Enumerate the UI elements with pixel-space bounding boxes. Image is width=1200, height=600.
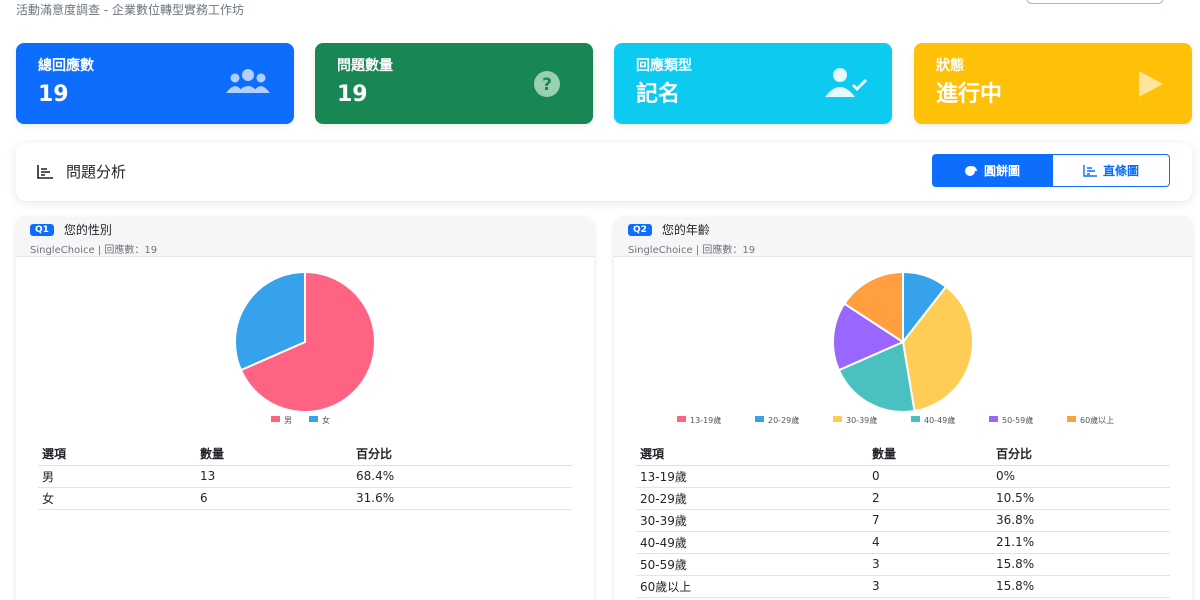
question-meta: SingleChoice | 回應數：19 xyxy=(30,245,158,256)
chart-legend: 13-19歲 20-29歲 30-39歲 40-49歲 50-59歲 60歲以上 xyxy=(677,415,1114,425)
chart-type-toggle: 圓餅圖 直條圖 xyxy=(932,154,1170,187)
analysis-title: 問題分析 xyxy=(66,163,127,181)
top-action-button[interactable] xyxy=(1026,0,1164,4)
column-header: 數量 xyxy=(196,443,352,466)
option-cell: 女 xyxy=(38,487,196,510)
question-meta: SingleChoice | 回應數：19 xyxy=(628,245,756,256)
count-cell: 3 xyxy=(868,553,992,576)
percent-cell: 31.6% xyxy=(352,487,572,510)
svg-text:?: ? xyxy=(542,75,552,95)
stat-card-response-type: 回應類型 記名 xyxy=(614,43,892,124)
table-row: 30-39歲 7 36.8% xyxy=(636,509,1170,532)
pie-chart-label: 圓餅圖 xyxy=(983,164,1020,178)
pie-chart-icon xyxy=(964,165,977,176)
count-cell: 4 xyxy=(868,531,992,554)
legend-swatch xyxy=(271,416,280,422)
percent-cell: 10.5% xyxy=(992,487,1170,510)
legend-label[interactable]: 女 xyxy=(322,415,330,425)
legend-swatch xyxy=(1067,416,1076,422)
table-row: 20-29歲 2 10.5% xyxy=(636,487,1170,510)
stat-card-status: 狀態 進行中 xyxy=(914,43,1192,124)
question-badge: Q1 xyxy=(30,223,54,236)
column-header: 選項 xyxy=(38,443,196,466)
percent-cell: 36.8% xyxy=(992,509,1170,532)
analysis-heading: 問題分析 xyxy=(36,161,126,182)
legend-label[interactable]: 20-29歲 xyxy=(768,415,799,425)
question-circle-icon: ? xyxy=(534,71,560,97)
percent-cell: 0% xyxy=(992,465,1170,488)
percent-cell: 15.8% xyxy=(992,553,1170,576)
legend-swatch xyxy=(677,416,686,422)
pie-chart-q2: 13-19歲 20-29歲 30-39歲 40-49歲 50-59歲 60歲以上 xyxy=(677,270,1114,425)
question-header: Q2 您的年齡 SingleChoice | 回應數：19 xyxy=(614,217,1192,257)
legend-label[interactable]: 50-59歲 xyxy=(1002,415,1033,425)
analysis-panel: 問題分析 圓餅圖 直條圖 xyxy=(16,143,1192,201)
count-cell: 6 xyxy=(196,487,352,510)
option-cell: 60歲以上 xyxy=(636,575,868,598)
question-card-q1: Q1 您的性別 SingleChoice | 回應數：19 男女 選項 數量 百… xyxy=(16,217,594,600)
table-row: 50-59歲 3 15.8% xyxy=(636,553,1170,576)
table-header-row: 選項 數量 百分比 xyxy=(636,443,1170,466)
question-title: 您的性別 xyxy=(63,223,112,237)
column-header: 百分比 xyxy=(992,443,1170,466)
count-cell: 7 xyxy=(868,509,992,532)
option-cell: 50-59歲 xyxy=(636,553,868,576)
bar-chart-button[interactable]: 直條圖 xyxy=(1052,154,1170,187)
legend-swatch xyxy=(833,416,842,422)
legend-label[interactable]: 13-19歲 xyxy=(690,415,721,425)
count-cell: 2 xyxy=(868,487,992,510)
table-row: 60歲以上 3 15.8% xyxy=(636,575,1170,598)
bar-chart-icon xyxy=(1083,164,1097,177)
table-header-row: 選項 數量 百分比 xyxy=(38,443,572,466)
count-cell: 3 xyxy=(868,575,992,598)
question-header: Q1 您的性別 SingleChoice | 回應數：19 xyxy=(16,217,594,257)
option-cell: 40-49歲 xyxy=(636,531,868,554)
chart-legend: 男女 xyxy=(271,415,330,425)
percent-cell: 68.4% xyxy=(352,465,572,488)
pie-chart-button[interactable]: 圓餅圖 xyxy=(932,154,1052,187)
table-row: 男 13 68.4% xyxy=(38,465,572,488)
bar-chart-label: 直條圖 xyxy=(1102,164,1139,178)
list-chart-icon xyxy=(37,164,53,179)
stat-card-question-count: 問題數量 19 ? xyxy=(315,43,593,124)
option-cell: 男 xyxy=(38,465,196,488)
count-cell: 13 xyxy=(196,465,352,488)
user-check-icon xyxy=(825,68,868,97)
count-cell: 0 xyxy=(868,465,992,488)
column-header: 數量 xyxy=(868,443,992,466)
option-cell: 30-39歲 xyxy=(636,509,868,532)
pie-chart-q1: 男女 xyxy=(234,270,376,425)
column-header: 百分比 xyxy=(352,443,572,466)
percent-cell: 21.1% xyxy=(992,531,1170,554)
question-badge: Q2 xyxy=(628,223,652,236)
table-row: 女 6 31.6% xyxy=(38,487,572,510)
legend-swatch xyxy=(911,416,920,422)
legend-swatch xyxy=(755,416,764,422)
legend-swatch xyxy=(989,416,998,422)
option-cell: 20-29歲 xyxy=(636,487,868,510)
result-table: 選項 數量 百分比 13-19歲 0 0% 20-29歲 2 10.5% 30-… xyxy=(636,443,1170,598)
legend-label[interactable]: 男 xyxy=(284,416,292,425)
question-title: 您的年齡 xyxy=(661,223,710,237)
column-header: 選項 xyxy=(636,443,868,466)
legend-label[interactable]: 30-39歲 xyxy=(846,415,877,425)
percent-cell: 15.8% xyxy=(992,575,1170,598)
option-cell: 13-19歲 xyxy=(636,465,868,488)
legend-label[interactable]: 60歲以上 xyxy=(1080,415,1114,425)
table-row: 13-19歲 0 0% xyxy=(636,465,1170,488)
users-icon xyxy=(226,69,270,93)
table-row: 40-49歲 4 21.1% xyxy=(636,531,1170,554)
play-icon xyxy=(1139,71,1163,97)
page-subtitle: 活動滿意度調查 - 企業數位轉型實務工作坊 xyxy=(16,3,244,17)
question-card-q2: Q2 您的年齡 SingleChoice | 回應數：19 13-19歲 20-2… xyxy=(614,217,1192,600)
legend-label[interactable]: 40-49歲 xyxy=(924,415,955,425)
result-table: 選項 數量 百分比 男 13 68.4% 女 6 31.6% xyxy=(38,443,572,510)
legend-swatch xyxy=(309,416,318,422)
stat-card-total-responses: 總回應數 19 xyxy=(16,43,294,124)
